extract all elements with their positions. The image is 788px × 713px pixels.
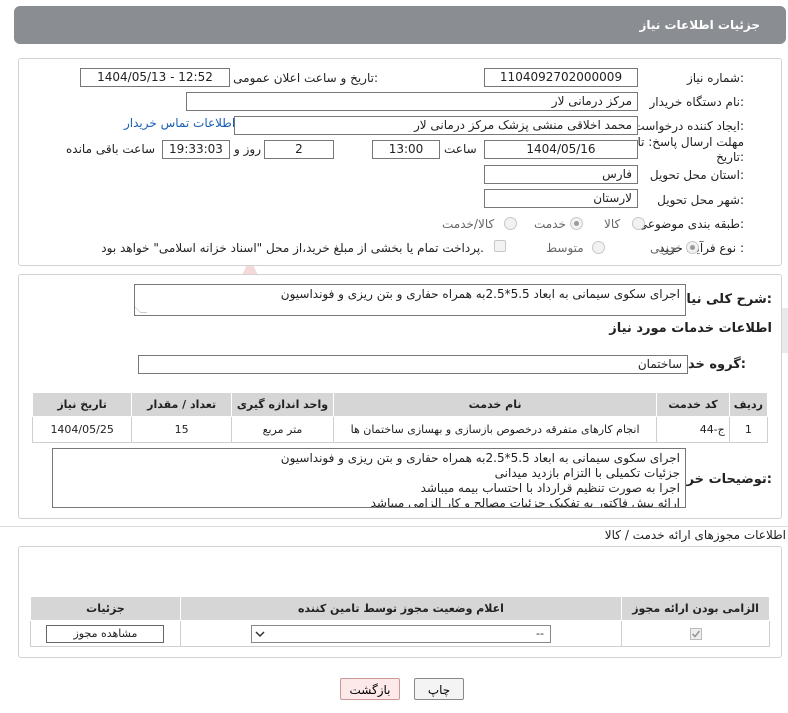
purchase-radio-medium[interactable] <box>592 241 605 254</box>
remaining-time-label: ساعت باقی مانده <box>66 142 156 156</box>
province-label: استان محل تحویل: <box>649 168 744 182</box>
requester-label: ایجاد کننده درخواست: <box>633 119 744 133</box>
permits-table: الزامی بودن ارائه مجوز اعلام وضعیت مجوز … <box>30 596 770 647</box>
purchase-option-medium: متوسط <box>546 241 584 255</box>
remaining-time-field: 19:33:03 <box>162 140 230 159</box>
services-title: اطلاعات خدمات مورد نیاز <box>609 321 772 336</box>
deadline-label-line1: مهلت ارسال پاسخ: تا <box>637 135 744 149</box>
summary-label: شرح کلی نیاز: <box>678 292 772 307</box>
page-header: جزئیات اطلاعات نیاز <box>14 6 786 44</box>
purchase-option-minor: جزیی <box>650 241 678 255</box>
buyer-notes-line: اجرا به صورت تنظیم قرارداد با احتساب بیم… <box>420 481 680 495</box>
category-radio-goods[interactable] <box>632 217 645 230</box>
services-table-header: ردیف کد خدمت نام خدمت واحد اندازه گیری ت… <box>31 392 769 417</box>
required-checkbox <box>689 628 702 640</box>
table-row: -- مشاهده مجوز <box>30 620 770 647</box>
view-permit-button[interactable]: مشاهده مجوز <box>46 624 165 643</box>
announce-datetime-field: 1404/05/13 - 12:52 <box>80 68 230 87</box>
cell-unit: متر مربع <box>231 416 334 443</box>
treasury-payment-checkbox[interactable] <box>494 240 506 252</box>
category-radio-service[interactable] <box>570 217 583 230</box>
col-unit-header: واحد اندازه گیری <box>231 392 334 417</box>
permit-status-value: -- <box>536 626 544 640</box>
chevron-down-icon <box>254 627 266 641</box>
cell-row: 1 <box>728 416 769 443</box>
buyer-contact-link[interactable]: اطلاعات تماس خریدار <box>124 116 235 130</box>
buyer-org-field: مرکز درمانی لار <box>186 92 638 111</box>
category-radio-goods-service[interactable] <box>504 217 517 230</box>
buyer-notes-line: ارائه پیش فاکتور به تفکیک جزئیات مصالح و… <box>370 496 680 508</box>
buyer-notes-textarea[interactable]: اجرای سکوی سیمانی به ابعاد 5.5*2.5به همر… <box>52 448 686 508</box>
cell-details: مشاهده مجوز <box>30 620 181 647</box>
need-number-field: 1104092702000009 <box>484 68 638 87</box>
cell-status: -- <box>179 620 623 647</box>
col-name-header: نام خدمت <box>332 392 658 417</box>
summary-text: اجرای سکوی سیمانی به ابعاد 5.5*2.5به همر… <box>280 287 680 301</box>
announce-datetime-label: تاریخ و ساعت اعلان عمومی: <box>233 71 378 85</box>
buyer-org-label: نام دستگاه خریدار: <box>649 95 745 109</box>
category-option-service: خدمت <box>534 217 566 231</box>
col-qty-header: تعداد / مقدار <box>131 392 233 417</box>
check-icon <box>691 630 700 638</box>
resize-grip-icon[interactable] <box>135 306 148 313</box>
summary-textarea[interactable]: اجرای سکوی سیمانی به ابعاد 5.5*2.5به همر… <box>134 284 686 316</box>
permits-title: اطلاعات مجوزهای ارائه خدمت / کالا <box>604 528 786 542</box>
col-status-header: اعلام وضعیت مجوز توسط تامین کننده <box>179 596 623 621</box>
permit-status-select[interactable]: -- <box>250 624 551 643</box>
permits-divider <box>0 526 788 527</box>
col-details-header: جزئیات <box>30 596 181 621</box>
col-code-header: کد خدمت <box>656 392 730 417</box>
province-field: فارس <box>484 165 638 184</box>
buyer-notes-line: اجرای سکوی سیمانی به ابعاد 5.5*2.5به همر… <box>280 451 680 465</box>
cell-code: ج-44 <box>656 416 730 443</box>
buyer-notes-line: جزئیات تکمیلی با التزام بازدید میدانی <box>494 466 680 480</box>
col-required-header: الزامی بودن ارائه مجوز <box>621 596 770 621</box>
category-option-goods: کالا <box>604 217 621 231</box>
deadline-days-label: روز و <box>234 142 261 156</box>
city-label: شهر محل تحویل: <box>657 193 744 207</box>
cell-required <box>621 620 770 647</box>
col-date-header: تاریخ نیاز <box>31 392 133 417</box>
permits-table-header: الزامی بودن ارائه مجوز اعلام وضعیت مجوز … <box>30 596 770 621</box>
print-button[interactable]: چاپ <box>414 678 464 700</box>
purchase-radio-minor[interactable] <box>686 241 699 254</box>
cell-name: انجام کارهای متفرقه درخصوص بازسازی و بهس… <box>332 416 658 443</box>
cell-qty: 15 <box>131 416 233 443</box>
deadline-time-field: 13:00 <box>372 140 440 159</box>
deadline-time-label: ساعت <box>444 142 477 156</box>
category-option-goods-service: کالا/خدمت <box>442 217 495 231</box>
deadline-date-field: 1404/05/16 <box>484 140 638 159</box>
requester-field: محمد اخلاقی منشی پزشک مرکز درمانی لار <box>234 116 638 135</box>
back-button[interactable]: بازگشت <box>340 678 400 700</box>
col-row-header: ردیف <box>728 392 769 417</box>
service-group-field: ساختمان <box>138 355 688 374</box>
table-row: 1 ج-44 انجام کارهای متفرقه درخصوص بازساز… <box>31 416 769 443</box>
category-label: طبقه بندی موضوعی: <box>637 217 744 231</box>
need-info-panel <box>18 58 782 266</box>
services-table: ردیف کد خدمت نام خدمت واحد اندازه گیری ت… <box>31 392 769 443</box>
city-field: لارستان <box>484 189 638 208</box>
deadline-days-field: 2 <box>264 140 334 159</box>
cell-date: 1404/05/25 <box>31 416 133 443</box>
deadline-label-line2: تاریخ: <box>716 150 744 164</box>
need-number-label: شماره نیاز: <box>686 71 744 85</box>
treasury-payment-note: پرداخت تمام یا بخشی از مبلغ خرید،از محل … <box>101 241 484 255</box>
page-title: جزئیات اطلاعات نیاز <box>639 18 760 32</box>
